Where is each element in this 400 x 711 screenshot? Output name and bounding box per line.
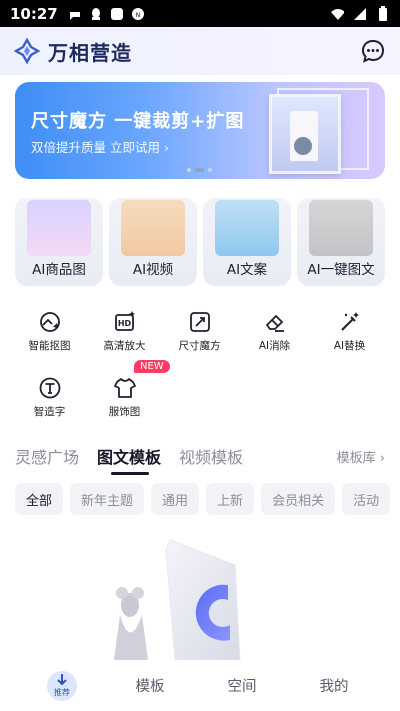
svg-text:N: N [136, 12, 141, 19]
chip-membership[interactable]: 会员相关 [261, 483, 336, 515]
tool-label: 智造字 [33, 406, 66, 418]
new-badge: NEW [134, 360, 170, 373]
tool-label: 高清放大 [103, 340, 146, 352]
bottle-thumbnail [121, 200, 185, 256]
nav-recommend[interactable]: 推荐 [32, 670, 92, 701]
app-header: 万相营造 [0, 27, 400, 75]
pagination-dot-active [195, 168, 204, 172]
card-label: AI文案 [226, 262, 268, 278]
smart-cutout-icon [39, 312, 60, 332]
card-label: AI商品图 [32, 262, 86, 278]
svg-text:HD: HD [117, 319, 131, 328]
pagination-dot [208, 168, 212, 172]
card-label: AI一键图文 [307, 262, 375, 278]
banner-product-image [269, 94, 341, 174]
app-notification-icon [110, 7, 124, 21]
tool-ai-erase[interactable]: AI消除 [237, 310, 312, 368]
card-ai-product-image[interactable]: AI商品图 [15, 198, 103, 286]
template-library-link[interactable]: 模板库 › [337, 447, 385, 466]
nfc-icon: N [131, 7, 145, 21]
qq-notification-icon [89, 7, 103, 21]
nav-space[interactable]: 空间 [196, 675, 288, 696]
tool-label: 智能抠图 [28, 340, 71, 352]
status-bar: 10:27 N [0, 0, 400, 27]
bottom-navigation: 推荐 模板 空间 我的 [0, 660, 400, 711]
chip-general[interactable]: 通用 [151, 483, 200, 515]
tool-grid: 智能抠图 HD 高清放大 尺寸魔方 AI消除 AI替换 智造字 服饰图 [12, 310, 388, 434]
app-logo-icon [14, 38, 40, 64]
nav-mine[interactable]: 我的 [288, 675, 380, 696]
hd-upscale-icon: HD [114, 311, 135, 331]
tab-image-templates[interactable]: 图文模板 [97, 444, 161, 475]
tab-video-templates[interactable]: 视频模板 [179, 444, 243, 468]
nav-templates[interactable]: 模板 [104, 675, 196, 696]
resize-icon [189, 312, 210, 332]
catfood-thumbnail [215, 200, 279, 256]
loading-illustration [114, 539, 241, 660]
message-icon[interactable] [360, 38, 386, 64]
tool-ai-replace[interactable]: AI替换 [312, 310, 387, 368]
banner-subtitle[interactable]: 双倍提升质量 立即试用 › [31, 137, 169, 156]
tool-smart-text[interactable]: 智造字 [12, 376, 87, 434]
perfume-thumbnail [27, 200, 91, 256]
card-ai-copywriting[interactable]: AI文案 [203, 198, 291, 286]
tool-label: 尺寸魔方 [178, 340, 221, 352]
banner-pagination [187, 168, 212, 172]
chip-activity[interactable]: 活动 [342, 483, 391, 515]
chip-new-arrival[interactable]: 上新 [206, 483, 255, 515]
magic-replace-icon [340, 312, 359, 331]
card-label: AI视频 [132, 262, 174, 278]
eraser-icon [265, 314, 284, 332]
tool-resize[interactable]: 尺寸魔方 [162, 310, 237, 368]
tab-inspiration[interactable]: 灵感广场 [15, 444, 79, 468]
app-title: 万相营造 [48, 40, 132, 65]
card-ai-video[interactable]: AI视频 [109, 198, 197, 286]
text-icon [39, 377, 60, 399]
tool-label: AI替换 [333, 340, 366, 352]
signal-icon [353, 7, 367, 21]
category-chips: 全部 新年主题 通用 上新 会员相关 活动 [15, 483, 400, 515]
nav-recommend-label: 推荐 [54, 688, 70, 697]
wifi-icon [330, 7, 344, 21]
chair-thumbnail [309, 200, 373, 256]
battery-icon [376, 6, 390, 21]
tool-label: AI消除 [258, 340, 291, 352]
status-time: 10:27 [10, 4, 58, 23]
clothing-icon [113, 378, 136, 398]
chip-new-year[interactable]: 新年主题 [70, 483, 145, 515]
content-tabs: 灵感广场 图文模板 视频模板 模板库 › [15, 440, 385, 475]
tool-smart-cutout[interactable]: 智能抠图 [12, 310, 87, 368]
promo-banner[interactable]: 尺寸魔方 一键裁剪+扩图 双倍提升质量 立即试用 › [15, 82, 385, 179]
pagination-dot [187, 168, 191, 172]
tool-clothing[interactable]: 服饰图 [87, 376, 162, 434]
recommend-icon: 推荐 [47, 670, 77, 701]
card-ai-one-click[interactable]: AI一键图文 [297, 198, 385, 286]
chat-notification-icon [68, 7, 82, 21]
banner-title: 尺寸魔方 一键裁剪+扩图 [31, 111, 245, 132]
chip-all[interactable]: 全部 [15, 483, 64, 515]
tool-label: 服饰图 [108, 406, 141, 418]
feature-cards: AI商品图 AI视频 AI文案 AI一键图文 [15, 198, 385, 286]
